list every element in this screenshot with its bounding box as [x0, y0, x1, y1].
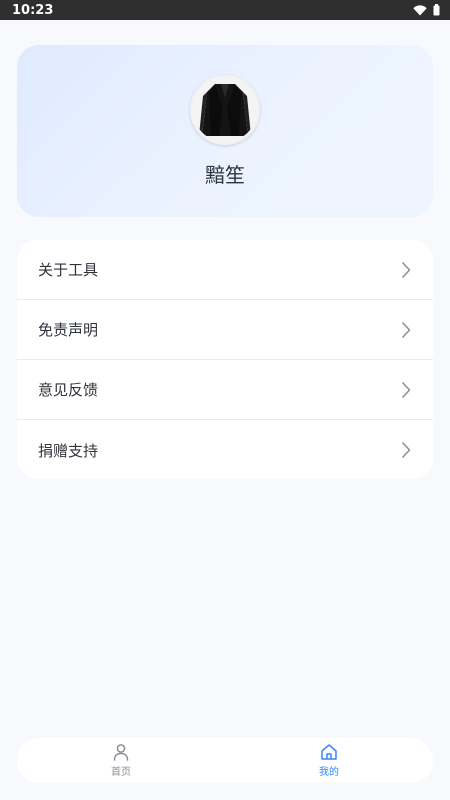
tab-label: 首页 — [111, 767, 131, 778]
chevron-right-icon — [401, 321, 415, 339]
home-icon — [321, 744, 337, 760]
chevron-right-icon — [401, 441, 415, 459]
chevron-right-icon — [401, 381, 415, 399]
menu-item-label: 意见反馈 — [38, 381, 99, 399]
menu-item-label: 免责声明 — [38, 321, 99, 339]
suit-jacket-avatar — [193, 78, 257, 142]
menu-item-about[interactable]: 关于工具 — [17, 240, 433, 300]
username: 黯笙 — [205, 163, 245, 187]
status-icons — [413, 4, 440, 16]
wifi-icon — [413, 4, 427, 15]
menu-item-donate[interactable]: 捐赠支持 — [17, 420, 433, 479]
tab-label: 我的 — [319, 767, 339, 778]
status-time: 10:23 — [12, 2, 54, 18]
settings-menu: 关于工具 免责声明 意见反馈 捐赠支持 — [17, 240, 433, 479]
bottom-tab-bar: 首页 我的 — [17, 738, 433, 783]
profile-card: 黯笙 — [17, 45, 433, 217]
battery-icon — [433, 4, 440, 16]
menu-item-feedback[interactable]: 意见反馈 — [17, 360, 433, 420]
status-bar: 10:23 — [0, 0, 450, 20]
chevron-right-icon — [401, 261, 415, 279]
person-icon — [113, 744, 129, 761]
tab-home[interactable]: 首页 — [17, 743, 225, 778]
menu-item-disclaimer[interactable]: 免责声明 — [17, 300, 433, 360]
menu-item-label: 关于工具 — [38, 261, 99, 279]
tab-mine[interactable]: 我的 — [225, 743, 433, 778]
menu-item-label: 捐赠支持 — [38, 441, 99, 460]
avatar[interactable] — [190, 75, 260, 145]
